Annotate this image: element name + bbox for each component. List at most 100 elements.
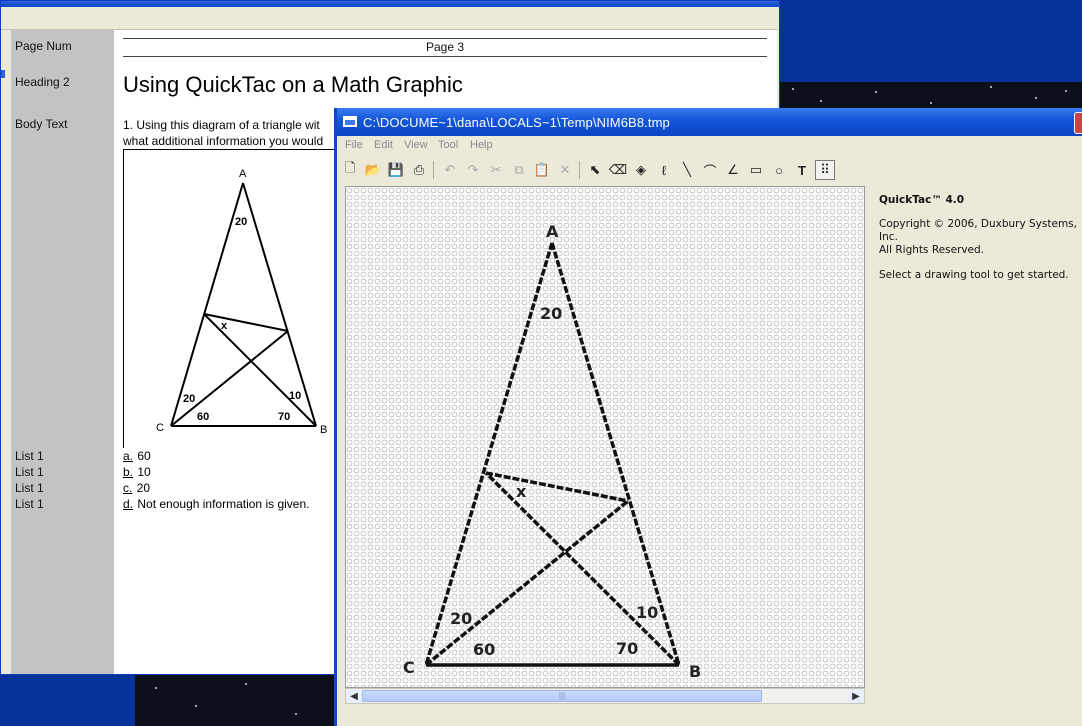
rectangle-icon[interactable]: ▭ xyxy=(746,160,766,180)
canvas-side-ac xyxy=(424,242,554,666)
canvas-cevian-from-c xyxy=(424,499,630,667)
style-label-list-1: List 1 xyxy=(15,449,44,463)
canvas-angle-b2: 70 xyxy=(616,639,638,658)
canvas-segment-x xyxy=(485,471,629,503)
print-icon[interactable]: ⎙ xyxy=(409,160,429,180)
page-number: Page 3 xyxy=(425,40,465,54)
canvas-angle-x: x xyxy=(516,482,527,501)
copyright-notice: Copyright © 2006, Duxbury Systems, Inc. … xyxy=(879,218,1079,257)
quicktac-toolbar: 🗋 📂 💾 ⎙ ↶ ↷ ✂ ⧉ 📋 ✕ ⬉ ⌫ ◈ ℓ ╲ ⌒ ∠ ▭ ○ T … xyxy=(337,158,1082,182)
question-line-1: 1. Using this diagram of a triangle wit xyxy=(123,118,320,132)
style-label-heading-2: Heading 2 xyxy=(15,75,70,89)
answer-letter: d. xyxy=(123,497,134,511)
canvas-angle-b1: 10 xyxy=(636,603,658,622)
segment-x xyxy=(203,313,289,332)
angle-icon[interactable]: ∠ xyxy=(723,160,743,180)
scrollbar-thumb[interactable]: ||| xyxy=(362,690,762,702)
menu-tool[interactable]: Tool xyxy=(438,139,458,151)
answer-text: 10 xyxy=(137,465,151,479)
canvas-triangle-drawing: A C B 20 x 20 60 10 70 xyxy=(403,222,701,681)
vertex-label-b: B xyxy=(320,424,327,436)
question-text: 1. Using this diagram of a triangle wit … xyxy=(123,117,363,149)
rights-line: All Rights Reserved. xyxy=(879,244,985,256)
delete-icon[interactable]: ✕ xyxy=(555,160,575,180)
undo-icon[interactable]: ↶ xyxy=(440,160,460,180)
angle-label-x: x xyxy=(221,320,228,332)
cevian-from-c xyxy=(170,330,289,427)
save-icon[interactable]: 💾 xyxy=(386,160,406,180)
canvas-label-b: B xyxy=(689,662,701,681)
triangle-diagram: A C B 20 x 20 60 10 70 xyxy=(156,168,327,436)
vertex-label-a: A xyxy=(239,168,247,180)
question-line-2: what additional information you would xyxy=(123,134,324,148)
new-icon[interactable]: 🗋 xyxy=(340,160,360,180)
scroll-right-icon[interactable]: ▶ xyxy=(848,689,864,703)
vertex-label-c: C xyxy=(156,422,164,434)
header-rule-top xyxy=(123,38,767,39)
scroll-left-icon[interactable]: ◀ xyxy=(346,689,362,703)
quicktac-window: C:\DOCUME~1\dana\LOCALS~1\Temp\NIM6B8.tm… xyxy=(334,108,1082,726)
ruler-marker xyxy=(1,70,5,78)
answer-option-a[interactable]: a. 60 xyxy=(123,449,151,463)
text-icon[interactable]: T xyxy=(792,160,812,180)
style-label-list-1: List 1 xyxy=(15,481,44,495)
menu-file[interactable]: File xyxy=(345,139,363,151)
angle-label-b2: 70 xyxy=(278,411,290,423)
answer-text: 60 xyxy=(137,449,151,463)
cut-icon[interactable]: ✂ xyxy=(486,160,506,180)
open-icon[interactable]: 📂 xyxy=(363,160,383,180)
canvas-label-c: C xyxy=(403,658,415,677)
style-label-list-1: List 1 xyxy=(15,497,44,511)
eraser-icon[interactable]: ⌫ xyxy=(608,160,628,180)
arc-icon[interactable]: ⌒ xyxy=(700,160,720,180)
answer-option-b[interactable]: b. 10 xyxy=(123,465,151,479)
style-label-body-text: Body Text xyxy=(15,117,68,131)
window-icon xyxy=(343,116,357,127)
fill-icon[interactable]: ◈ xyxy=(631,160,651,180)
copyright-line: Copyright © 2006, Duxbury Systems, Inc. xyxy=(879,218,1077,243)
product-name: QuickTac™ 4.0 xyxy=(879,194,965,206)
braille-dots-icon[interactable]: ⠿ xyxy=(815,160,835,180)
menu-view[interactable]: View xyxy=(404,139,428,151)
header-rule-bottom xyxy=(123,56,767,57)
answer-text: 20 xyxy=(136,481,151,495)
angle-label-c1: 20 xyxy=(183,393,195,405)
triangle-side-ac xyxy=(170,182,244,427)
angle-label-b1: 10 xyxy=(289,390,301,402)
toolbar-separator xyxy=(433,161,434,179)
menu-edit[interactable]: Edit xyxy=(374,139,393,151)
answer-option-d[interactable]: d. Not enough information is given. xyxy=(123,497,309,511)
page-heading: Using QuickTac on a Math Graphic xyxy=(123,72,463,97)
braille-drawing-canvas[interactable]: A C B 20 x 20 60 10 70 xyxy=(345,186,865,688)
canvas-angle-c1: 20 xyxy=(450,609,472,628)
document-toolbar xyxy=(1,7,779,30)
circle-icon[interactable]: ○ xyxy=(769,160,789,180)
hint-text: Select a drawing tool to get started. xyxy=(879,269,1069,281)
canvas-angle-top: 20 xyxy=(540,304,562,323)
freehand-icon[interactable]: ℓ xyxy=(654,160,674,180)
paste-icon[interactable]: 📋 xyxy=(532,160,552,180)
answer-option-c[interactable]: c. 20 xyxy=(123,481,150,495)
starfield-wallpaper xyxy=(780,82,1082,110)
angle-label-c2: 60 xyxy=(197,411,209,423)
copy-icon[interactable]: ⧉ xyxy=(509,160,529,180)
starfield-wallpaper-bottom xyxy=(135,675,340,726)
quicktac-menu-bar: File Edit View Tool Help xyxy=(337,136,1082,156)
canvas-angle-c2: 60 xyxy=(473,640,495,659)
answer-letter: c. xyxy=(123,481,133,495)
answer-text: Not enough information is given. xyxy=(137,497,310,511)
line-icon[interactable]: ╲ xyxy=(677,160,697,180)
horizontal-scrollbar[interactable]: ◀ ||| ▶ xyxy=(345,688,865,704)
quicktac-window-title: C:\DOCUME~1\dana\LOCALS~1\Temp\NIM6B8.tm… xyxy=(363,115,670,130)
canvas-side-ab xyxy=(550,242,681,666)
menu-help[interactable]: Help xyxy=(470,139,493,151)
quicktac-title-bar[interactable]: C:\DOCUME~1\dana\LOCALS~1\Temp\NIM6B8.tm… xyxy=(337,108,1082,136)
info-panel: QuickTac™ 4.0 Copyright © 2006, Duxbury … xyxy=(879,194,1079,282)
select-arrow-icon[interactable]: ⬉ xyxy=(585,160,605,180)
toolbar-separator xyxy=(579,161,580,179)
style-label-page-num: Page Num xyxy=(15,39,72,53)
redo-icon[interactable]: ↷ xyxy=(463,160,483,180)
canvas-label-a: A xyxy=(546,222,559,241)
close-window-button[interactable] xyxy=(1074,112,1082,134)
style-label-list-1: List 1 xyxy=(15,465,44,479)
